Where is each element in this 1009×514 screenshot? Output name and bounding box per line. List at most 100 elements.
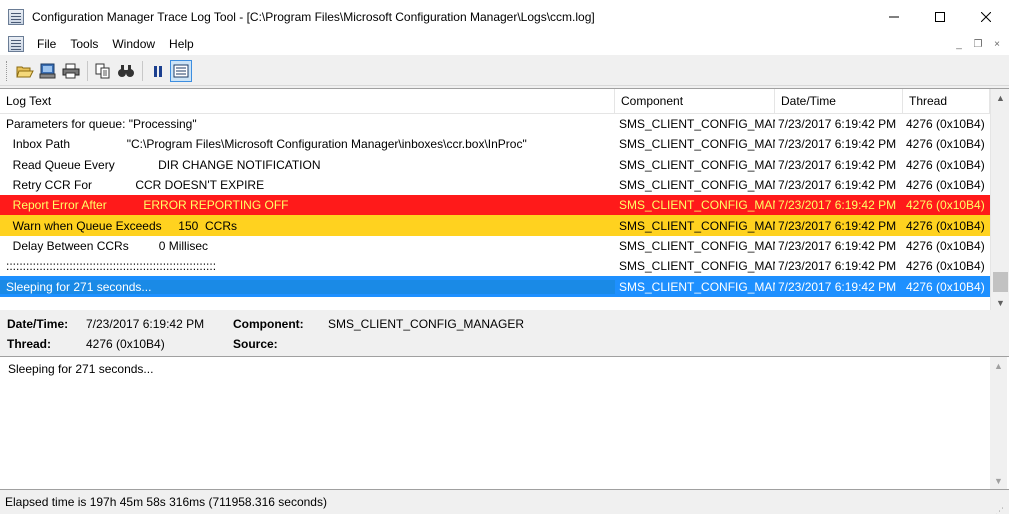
message-textbox[interactable]: Sleeping for 271 seconds... ▲ ▼ (0, 356, 1009, 490)
log-row-thread: 4276 (0x10B4) (906, 259, 985, 274)
mdi-close-button[interactable]: × (989, 36, 1005, 52)
log-row[interactable]: Read Queue Every DIR CHANGE NOTIFICATION… (0, 155, 990, 175)
log-row-datetime: 7/23/2017 6:19:42 PM (778, 218, 897, 233)
document-menu-icon[interactable] (8, 36, 24, 52)
mdi-minimize-button[interactable]: _ (951, 36, 967, 52)
menu-window[interactable]: Window (105, 37, 162, 51)
message-scroll-up-arrow-icon[interactable]: ▲ (990, 357, 1007, 374)
details-pane: Date/Time: 7/23/2017 6:19:42 PM Componen… (0, 310, 1009, 355)
menu-bar: File Tools Window Help _ ❐ × (0, 33, 1009, 55)
log-row-datetime: 7/23/2017 6:19:42 PM (778, 198, 897, 213)
thread-label: Thread: (7, 337, 52, 351)
menu-file[interactable]: File (30, 37, 63, 51)
log-list-header: Log Text Component Date/Time Thread (0, 89, 990, 114)
log-rows: Parameters for queue: "Processing" SMS_CL… (0, 114, 990, 297)
log-row-thread: 4276 (0x10B4) (906, 178, 985, 193)
close-icon (981, 11, 991, 22)
log-row-thread: 4276 (0x10B4) (906, 238, 985, 253)
log-row-component: SMS_CLIENT_CONFIG_MANAGER (619, 259, 775, 274)
log-row-datetime: 7/23/2017 6:19:42 PM (778, 279, 897, 294)
size-grip-icon[interactable]: ⋰ (995, 500, 1007, 514)
mdi-restore-button[interactable]: ❐ (970, 36, 986, 52)
log-row-thread: 4276 (0x10B4) (906, 137, 985, 152)
scroll-thumb[interactable] (993, 272, 1008, 292)
status-bar: Elapsed time is 197h 45m 58s 316ms (7119… (0, 491, 1009, 514)
log-row-text: Sleeping for 271 seconds... (0, 279, 615, 294)
log-row-datetime: 7/23/2017 6:19:42 PM (778, 137, 897, 152)
copy-icon (95, 63, 110, 78)
scroll-down-arrow-icon[interactable]: ▼ (991, 294, 1009, 311)
datetime-label: Date/Time: (7, 317, 69, 331)
log-row-thread: 4276 (0x10B4) (906, 157, 985, 172)
elapsed-time-text: Elapsed time is 197h 45m 58s 316ms (7119… (5, 495, 327, 509)
log-row-text: Delay Between CCRs 0 Millisec (6, 238, 209, 253)
log-row-text: ::::::::::::::::::::::::::::::::::::::::… (6, 259, 217, 274)
log-row-datetime: 7/23/2017 6:19:42 PM (778, 157, 897, 172)
window-controls (871, 0, 1009, 33)
maximize-button[interactable] (917, 0, 963, 33)
log-row[interactable]: Delay Between CCRs 0 Millisec SMS_CLIENT_… (0, 236, 990, 256)
column-header-datetime[interactable]: Date/Time (775, 89, 903, 114)
log-row-component: SMS_CLIENT_CONFIG_MANAGER (619, 157, 775, 172)
log-row-thread: 4276 (0x10B4) (906, 279, 985, 294)
open-icon (16, 66, 34, 77)
message-vertical-scrollbar[interactable]: ▲ ▼ (990, 357, 1007, 489)
toolbar-grip[interactable] (6, 60, 9, 81)
app-log-icon (8, 8, 24, 25)
log-row-component: SMS_CLIENT_CONFIG_MANAGER (619, 178, 775, 193)
column-header-log-text[interactable]: Log Text (0, 89, 615, 114)
log-row[interactable]: Parameters for queue: "Processing" SMS_CL… (0, 114, 990, 134)
log-list[interactable]: Log Text Component Date/Time Thread Para… (0, 88, 1009, 311)
message-scroll-down-arrow-icon[interactable]: ▼ (990, 472, 1007, 489)
window-title: Configuration Manager Trace Log Tool - [… (32, 9, 595, 24)
copy-button[interactable] (92, 60, 114, 82)
menu-tools[interactable]: Tools (63, 37, 105, 51)
highlight-icon (173, 64, 189, 77)
log-row[interactable]: Retry CCR For CCR DOESN'T EXPIRE SMS_CLIE… (0, 175, 990, 195)
log-row-datetime: 7/23/2017 6:19:42 PM (778, 259, 897, 274)
highlight-toggle-button[interactable] (170, 59, 192, 82)
find-button[interactable] (115, 60, 137, 82)
pause-icon (154, 65, 162, 77)
print-button[interactable] (60, 60, 82, 82)
log-row-text: Inbox Path "C:\Program Files\Microsoft C… (6, 137, 527, 152)
toolbar-separator (87, 60, 88, 81)
scroll-up-arrow-icon[interactable]: ▲ (991, 89, 1009, 106)
log-row-component: SMS_CLIENT_CONFIG_MANAGER (619, 279, 775, 294)
log-row[interactable]: Inbox Path "C:\Program Files\Microsoft C… (0, 134, 990, 154)
datetime-value: 7/23/2017 6:19:42 PM (86, 317, 205, 331)
print-icon (62, 63, 80, 78)
log-vertical-scrollbar[interactable]: ▲ ▼ (990, 89, 1009, 311)
print-preview-button[interactable] (37, 60, 59, 82)
log-row-component: SMS_CLIENT_CONFIG_MANAGER (619, 238, 775, 253)
log-row-datetime: 7/23/2017 6:19:42 PM (778, 117, 897, 132)
log-row[interactable]: Warn when Queue Exceeds 150 CCRs SMS_CLIE… (0, 215, 990, 236)
log-row[interactable]: ::::::::::::::::::::::::::::::::::::::::… (0, 256, 990, 276)
pause-button[interactable] (147, 60, 169, 82)
log-row-text: Parameters for queue: "Processing" (6, 117, 197, 132)
log-row-text: Report Error After ERROR REPORTING OFF (6, 198, 289, 213)
title-bar[interactable]: Configuration Manager Trace Log Tool - [… (0, 0, 1009, 33)
log-row-component: SMS_CLIENT_CONFIG_MANAGER (619, 198, 775, 213)
log-row-component: SMS_CLIENT_CONFIG_MANAGER (619, 137, 775, 152)
log-row-thread: 4276 (0x10B4) (906, 117, 985, 132)
column-header-component[interactable]: Component (615, 89, 775, 114)
thread-value: 4276 (0x10B4) (86, 337, 165, 351)
log-row-datetime: 7/23/2017 6:19:42 PM (778, 178, 897, 193)
close-button[interactable] (963, 0, 1009, 33)
log-row-thread: 4276 (0x10B4) (906, 218, 985, 233)
menu-help[interactable]: Help (162, 37, 201, 51)
log-row[interactable]: Report Error After ERROR REPORTING OFF SM… (0, 195, 990, 216)
component-label: Component: (233, 317, 304, 331)
minimize-icon (889, 16, 899, 17)
message-text: Sleeping for 271 seconds... (8, 362, 154, 376)
minimize-button[interactable] (871, 0, 917, 33)
column-header-thread[interactable]: Thread (903, 89, 990, 114)
toolbar (0, 56, 1009, 86)
toolbar-separator (142, 60, 143, 81)
log-row[interactable]: Sleeping for 271 seconds... SMS_CLIENT_CO… (0, 276, 990, 297)
component-value: SMS_CLIENT_CONFIG_MANAGER (328, 317, 525, 331)
mdi-controls: _ ❐ × (951, 36, 1005, 52)
open-button[interactable] (14, 60, 36, 82)
log-row-text: Warn when Queue Exceeds 150 CCRs (6, 218, 237, 233)
